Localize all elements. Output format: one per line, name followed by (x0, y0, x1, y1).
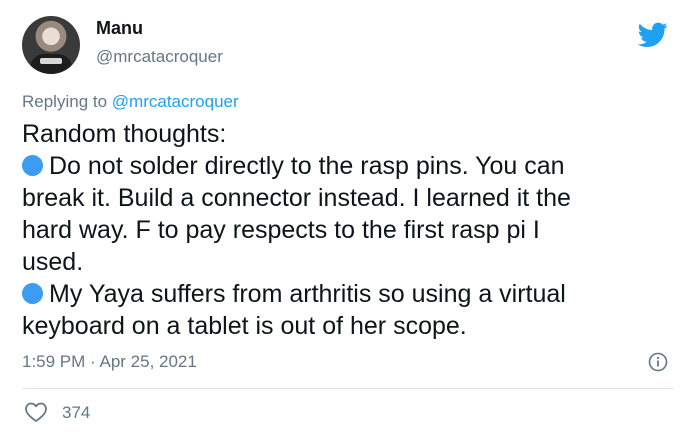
tweet-timestamp[interactable]: 1:59 PM · Apr 25, 2021 (22, 352, 197, 372)
tweet-line: used. (22, 248, 84, 276)
heart-icon[interactable] (24, 401, 48, 423)
tweet-line: Do not solder directly to the rasp pins.… (22, 150, 682, 182)
blue-circle-emoji (22, 155, 43, 176)
tweet-card: Manu @mrcatacroquer Replying to @mrcatac… (0, 0, 696, 443)
tweet-line: break it. Build a connector instead. I l… (22, 184, 571, 212)
divider (22, 388, 674, 389)
tweet-line: keyboard on a tablet is out of her scope… (22, 312, 467, 340)
avatar[interactable] (22, 16, 80, 74)
blue-circle-emoji (22, 283, 43, 304)
display-name[interactable]: Manu (96, 18, 143, 39)
tweet-text: Random thoughts: Do not solder directly … (22, 118, 682, 342)
user-handle[interactable]: @mrcatacroquer (96, 47, 223, 67)
tweet-line: hard way. F to pay respects to the first… (22, 216, 540, 244)
twitter-bird-icon[interactable] (638, 22, 668, 48)
info-icon[interactable] (648, 352, 668, 372)
avatar-shirt (30, 54, 72, 74)
tweet-line: My Yaya suffers from arthritis so using … (22, 278, 682, 310)
tweet-line: Random thoughts: (22, 120, 227, 148)
reply-mention-link[interactable]: @mrcatacroquer (112, 92, 239, 111)
avatar-shirt-logo (40, 58, 62, 64)
replying-to-label: Replying to (22, 92, 112, 111)
like-count: 374 (62, 403, 91, 422)
replying-to: Replying to @mrcatacroquer (22, 92, 239, 112)
